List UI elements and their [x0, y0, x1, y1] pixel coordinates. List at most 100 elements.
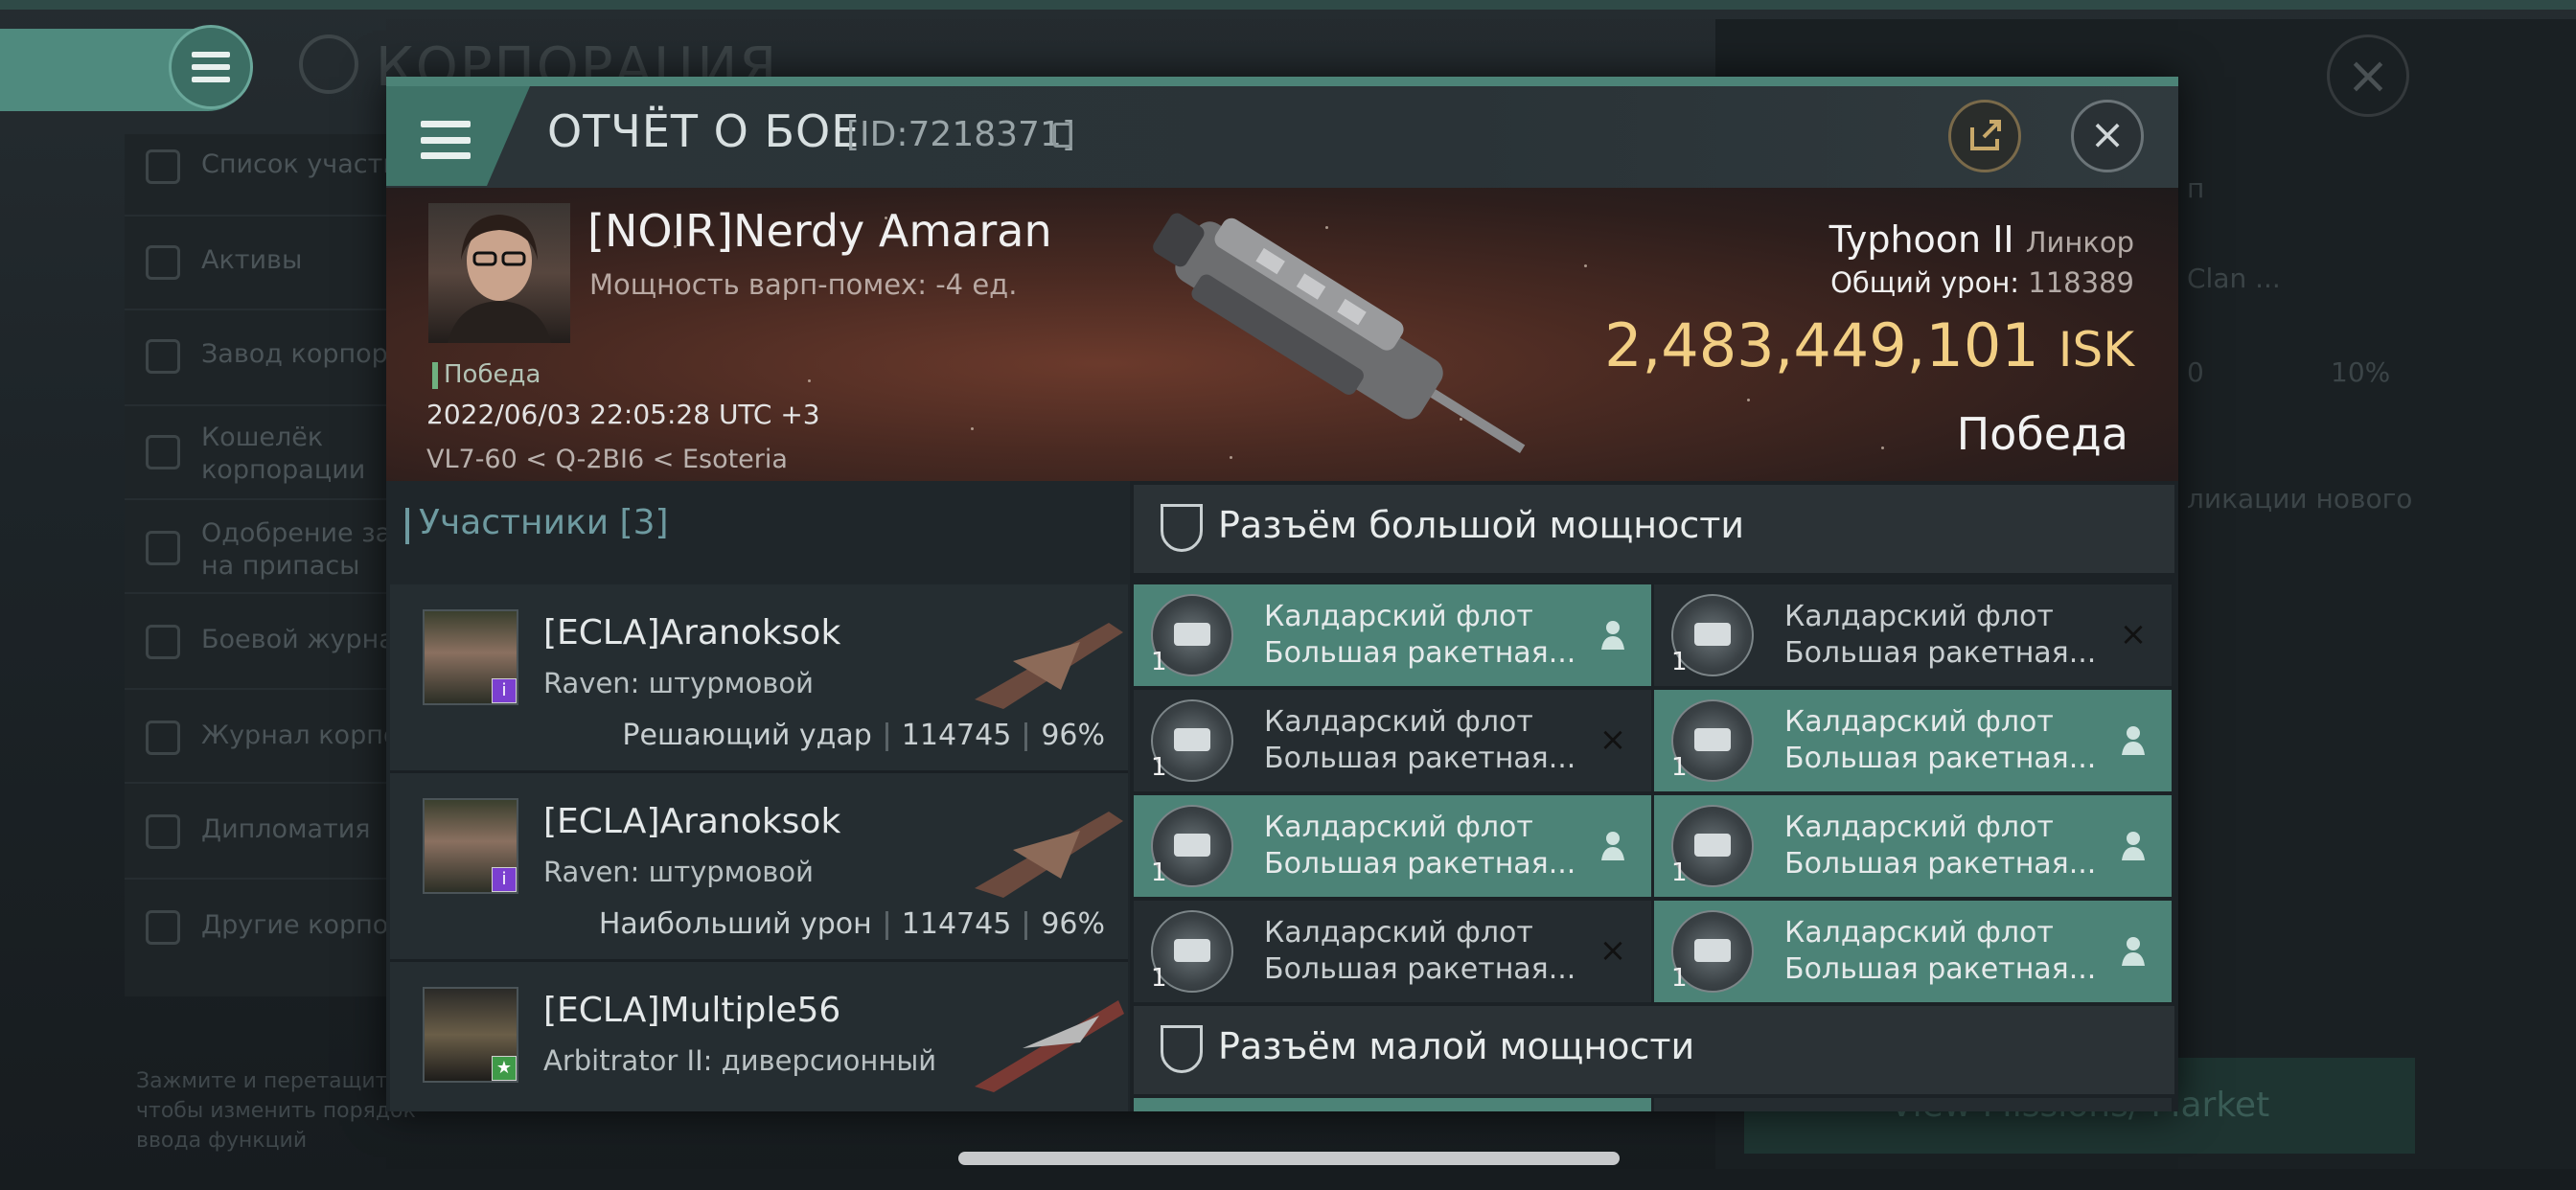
- module-quantity: 1: [1151, 858, 1167, 887]
- ship-class: Линкор: [2025, 226, 2134, 259]
- participants-header-marker: [405, 508, 409, 544]
- module-quantity: 1: [1151, 964, 1167, 993]
- dropped-icon: [2116, 933, 2150, 968]
- participant-ship: Raven: штурмовой: [543, 856, 814, 888]
- participant-ship: Raven: штурмовой: [543, 667, 814, 699]
- battle-location[interactable]: VL7-60 < Q-2BI6 < Esoteria: [426, 445, 788, 474]
- module-quantity: 1: [1671, 648, 1688, 676]
- module-type: Большая ракетная...: [1784, 742, 2097, 775]
- low-slot-icon: [1161, 1025, 1203, 1073]
- destroyed-icon: ×: [1598, 931, 1627, 970]
- participants-header: Участники [3]: [419, 503, 669, 542]
- participant-row[interactable]: ★ [ECLA]Multiple56 Arbitrator II: диверс…: [390, 962, 1128, 1111]
- isk-value: 2,483,449,101: [1604, 310, 2039, 380]
- module-item[interactable]: 1 Калдарский флот Большая ракетная...: [1134, 795, 1651, 897]
- combat-log-icon: [146, 625, 180, 659]
- participant-damage: 114745: [901, 907, 1012, 941]
- background-close-icon[interactable]: ×: [2327, 34, 2409, 117]
- sidebar-item-other-corps[interactable]: Другие корпор: [201, 910, 404, 940]
- reorder-hint: Зажмите и перетащите, чтобы изменить пор…: [136, 1069, 416, 1153]
- module-type: Большая ракетная...: [1264, 742, 1576, 775]
- module-item[interactable]: 1 Калдарский флот Большая ракетная... ×: [1134, 901, 1651, 1002]
- menu-icon: [192, 52, 230, 82]
- module-quantity: 1: [1151, 648, 1167, 676]
- module-type: Большая ракетная...: [1784, 636, 2097, 670]
- sidebar-item-diplomacy[interactable]: Дипломатия: [201, 814, 371, 844]
- copy-icon[interactable]: [1053, 123, 1072, 148]
- sidebar-item-members[interactable]: Список участн: [201, 149, 400, 179]
- module-name: Калдарский флот: [1784, 600, 2054, 633]
- participant-name: [ECLA]Aranoksok: [543, 802, 841, 841]
- other-corps-icon: [146, 910, 180, 945]
- module-item[interactable]: 1 Калдарский флот Большая ракетная...: [1654, 901, 2172, 1002]
- module-item-partial[interactable]: [1654, 1098, 2172, 1111]
- destroyed-icon: ×: [1598, 721, 1627, 759]
- dropped-icon: [1596, 828, 1630, 862]
- high-slot-icon: [1161, 504, 1203, 552]
- ship-name: Typhoon II: [1828, 218, 2014, 261]
- module-quantity: 1: [1671, 964, 1688, 993]
- close-icon: ×: [2089, 110, 2126, 159]
- total-damage-label: Общий урон:: [1830, 266, 2020, 299]
- sidebar-item-wallet[interactable]: Кошелёк корпорации: [201, 422, 365, 487]
- dialog-accent-line: [386, 77, 2178, 86]
- journal-icon: [146, 721, 180, 755]
- ghost-zero: 0: [2187, 356, 2204, 388]
- total-damage: Общий урон: 118389: [1830, 266, 2134, 299]
- share-button[interactable]: [1948, 100, 2021, 172]
- module-quantity: 1: [1151, 753, 1167, 782]
- menu-icon: [421, 121, 471, 159]
- combat-report-dialog: ОТЧЁТ О БОЕ [ID:7218371] × [NOIR]Nerdy A…: [386, 77, 2178, 1111]
- module-item-partial[interactable]: [1134, 1098, 1651, 1111]
- module-name: Калдарский флот: [1264, 811, 1533, 844]
- high-slot-title: Разъём большой мощности: [1218, 504, 1745, 546]
- ghost-p: п: [2187, 172, 2205, 204]
- victim-ship-type[interactable]: Typhoon II Линкор: [1829, 218, 2134, 261]
- isk-unit: ISK: [2058, 322, 2134, 378]
- module-name: Калдарский флот: [1264, 916, 1533, 950]
- participant-badge: i: [492, 867, 517, 892]
- ghost-clan: Clan ...: [2187, 263, 2281, 294]
- participant-ship: Arbitrator II: диверсионный: [543, 1044, 937, 1077]
- sidebar-item-assets[interactable]: Активы: [201, 245, 302, 275]
- module-type: Большая ракетная...: [1264, 847, 1576, 881]
- low-slot-header: Разъём малой мощности: [1134, 1006, 2174, 1094]
- warp-disruption: Мощность варп-помех: -4 ед.: [589, 268, 1018, 301]
- victory-label: Победа: [444, 360, 541, 389]
- main-menu-button[interactable]: [169, 25, 253, 109]
- sidebar-item-factory[interactable]: Завод корпора: [201, 339, 403, 369]
- isk-loss: 2,483,449,101 ISK: [1604, 310, 2134, 380]
- module-item[interactable]: 1 Калдарский флот Большая ракетная...: [1134, 584, 1651, 686]
- module-type: Большая ракетная...: [1264, 952, 1576, 986]
- battle-datetime: 2022/06/03 22:05:28 UTC +3: [426, 399, 820, 430]
- diplomacy-icon: [146, 814, 180, 849]
- module-name: Калдарский флот: [1784, 916, 2054, 950]
- home-indicator[interactable]: [958, 1152, 1620, 1165]
- module-item[interactable]: 1 Калдарский флот Большая ракетная... ×: [1654, 584, 2172, 686]
- module-quantity: 1: [1671, 753, 1688, 782]
- sidebar-item-supply[interactable]: Одобрение зая на припасы: [201, 517, 406, 583]
- module-item[interactable]: 1 Калдарский флот Большая ракетная...: [1654, 795, 2172, 897]
- dropped-icon: [2116, 722, 2150, 757]
- participant-name: [ECLA]Aranoksok: [543, 613, 841, 652]
- victim-name[interactable]: [NOIR]Nerdy Amaran: [587, 205, 1052, 257]
- participant-row[interactable]: i [ECLA]Aranoksok Raven: штурмовой Наибо…: [390, 773, 1128, 962]
- sidebar-item-journal[interactable]: Журнал корпор: [201, 721, 416, 750]
- module-item[interactable]: 1 Калдарский флот Большая ракетная...: [1654, 690, 2172, 791]
- participant-row[interactable]: i [ECLA]Aranoksok Raven: штурмовой Решаю…: [390, 584, 1128, 773]
- close-button[interactable]: ×: [2071, 100, 2144, 172]
- sidebar-item-combat-log[interactable]: Боевой журнал: [201, 625, 411, 654]
- factory-icon: [146, 339, 180, 374]
- ghost-pct: 10%: [2331, 356, 2391, 388]
- victim-portrait-image: [448, 215, 551, 343]
- members-icon: [146, 149, 180, 184]
- share-icon: [1970, 120, 2001, 150]
- participant-percent: 96%: [1041, 907, 1105, 941]
- participant-badge: i: [492, 678, 517, 703]
- victory-marker: [432, 362, 438, 389]
- ghost-new: ликации нового: [2187, 483, 2413, 515]
- victim-portrait[interactable]: [428, 203, 570, 343]
- participant-stats: Наибольший урон 114745 96%: [599, 907, 1105, 941]
- module-name: Калдарский флот: [1264, 705, 1533, 739]
- module-item[interactable]: 1 Калдарский флот Большая ракетная... ×: [1134, 690, 1651, 791]
